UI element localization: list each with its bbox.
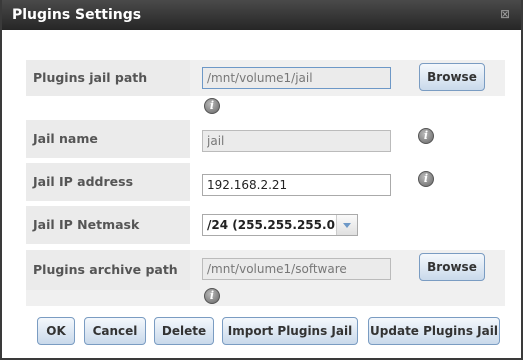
jail-netmask-select[interactable]: /24 (255.255.255.0) [202, 214, 358, 236]
archive-path-field[interactable] [202, 258, 391, 280]
jail-netmask-value: /24 (255.255.255.0) [207, 218, 341, 232]
jail-ip-info-icon[interactable]: i [418, 171, 434, 187]
archive-path-info-icon[interactable]: i [204, 288, 220, 304]
import-plugins-jail-button[interactable]: Import Plugins Jail [222, 317, 358, 345]
jail-netmask-label: Jail IP Netmask [26, 206, 190, 244]
jail-path-info-icon[interactable]: i [204, 98, 220, 114]
cancel-button[interactable]: Cancel [84, 317, 146, 345]
jail-path-label: Plugins jail path [26, 60, 190, 96]
close-icon[interactable]: ⊠ [499, 8, 511, 20]
jail-path-browse-button[interactable]: Browse [419, 63, 485, 91]
update-plugins-jail-button[interactable]: Update Plugins Jail [368, 317, 500, 345]
delete-button[interactable]: Delete [154, 317, 214, 345]
jail-name-label: Jail name [26, 120, 190, 158]
jail-path-field[interactable] [202, 67, 391, 89]
jail-ip-label: Jail IP address [26, 163, 190, 201]
archive-path-browse-button[interactable]: Browse [419, 253, 485, 281]
archive-path-label: Plugins archive path [26, 250, 190, 290]
dialog-titlebar[interactable]: Plugins Settings ⊠ [2, 0, 521, 30]
jail-ip-field[interactable] [202, 174, 391, 196]
ok-button[interactable]: OK [37, 317, 75, 345]
jail-name-field [202, 130, 391, 152]
plugins-settings-dialog: Plugins Settings ⊠ Plugins jail path Bro… [0, 0, 523, 360]
chevron-down-icon[interactable] [336, 215, 357, 235]
dialog-title: Plugins Settings [12, 7, 142, 23]
jail-name-info-icon[interactable]: i [418, 128, 434, 144]
